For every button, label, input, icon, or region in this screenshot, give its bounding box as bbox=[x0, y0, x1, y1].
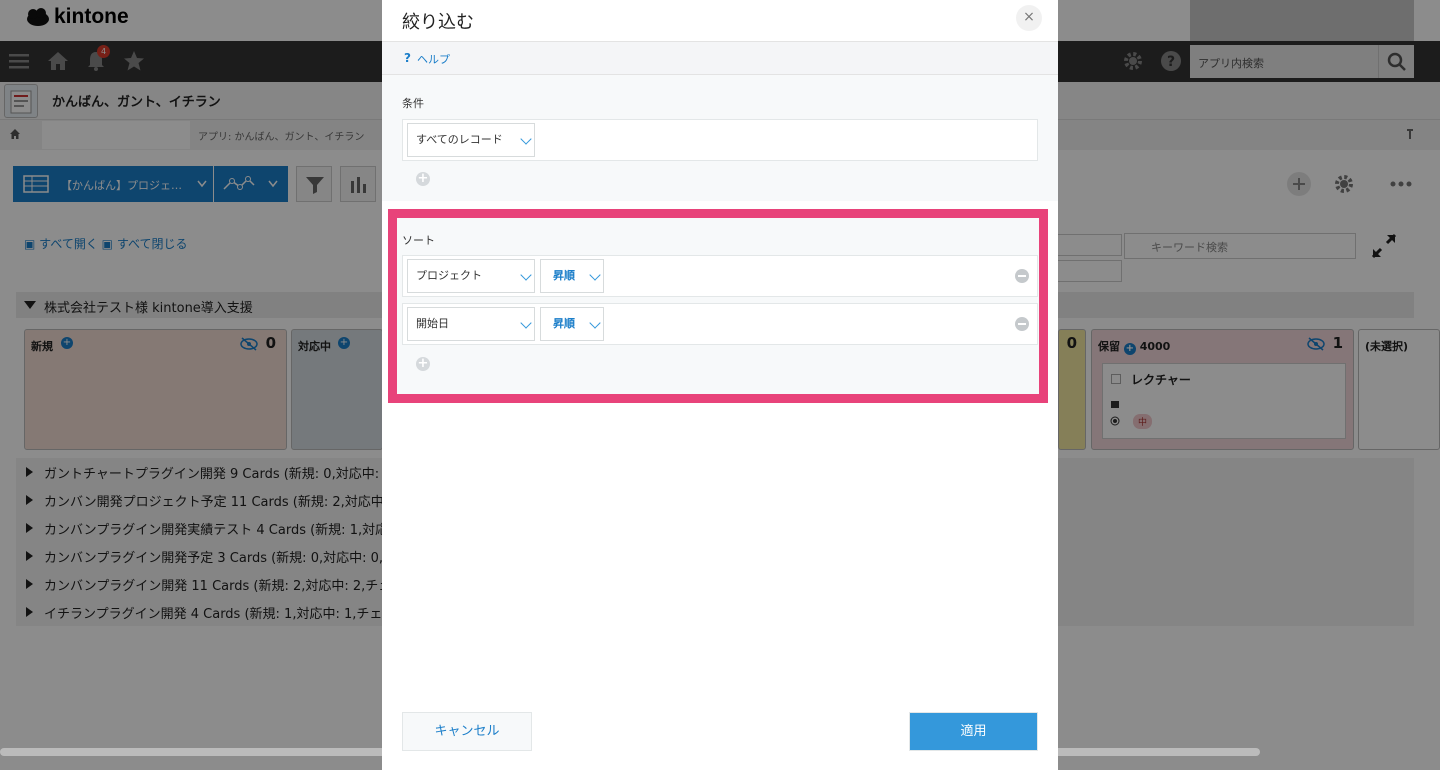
sort-label: ソート bbox=[402, 234, 435, 247]
chevron-down-icon bbox=[589, 269, 601, 281]
chevron-down-icon bbox=[520, 133, 532, 145]
sort-order-value: 昇順 bbox=[553, 269, 575, 282]
condition-label: 条件 bbox=[402, 97, 424, 110]
add-sort-icon[interactable]: + bbox=[416, 357, 430, 371]
help-link[interactable]: ヘルプ bbox=[417, 51, 450, 67]
help-icon[interactable]: ? bbox=[404, 51, 411, 65]
sort-order-select[interactable]: 昇順 bbox=[540, 259, 604, 293]
sort-order-value: 昇順 bbox=[553, 317, 575, 330]
condition-select[interactable]: すべてのレコード bbox=[407, 123, 535, 157]
sort-field-value: プロジェクト bbox=[416, 269, 482, 282]
cancel-button[interactable]: キャンセル bbox=[402, 712, 532, 751]
condition-row: すべてのレコード bbox=[402, 119, 1038, 161]
chevron-down-icon bbox=[589, 317, 601, 329]
close-button[interactable]: × bbox=[1016, 5, 1042, 31]
sort-field-select[interactable]: プロジェクト bbox=[407, 259, 535, 293]
chevron-down-icon bbox=[520, 317, 532, 329]
remove-sort-icon[interactable] bbox=[1015, 269, 1029, 283]
remove-sort-icon[interactable] bbox=[1015, 317, 1029, 331]
close-icon: × bbox=[1023, 9, 1035, 25]
sort-order-select[interactable]: 昇順 bbox=[540, 307, 604, 341]
sort-field-select[interactable]: 開始日 bbox=[407, 307, 535, 341]
dialog-title: 絞り込む bbox=[402, 12, 474, 33]
filter-dialog: 絞り込む × ? ヘルプ 条件 すべてのレコード + ソート プロジェクト 昇順… bbox=[382, 0, 1058, 770]
sort-field-value: 開始日 bbox=[416, 317, 449, 330]
sort-row: プロジェクト 昇順 bbox=[402, 255, 1038, 297]
condition-select-value: すべてのレコード bbox=[416, 133, 503, 146]
chevron-down-icon bbox=[520, 269, 532, 281]
add-condition-icon[interactable]: + bbox=[416, 172, 430, 186]
apply-button[interactable]: 適用 bbox=[909, 712, 1038, 751]
sort-row: 開始日 昇順 bbox=[402, 303, 1038, 345]
help-bar bbox=[382, 41, 1058, 75]
